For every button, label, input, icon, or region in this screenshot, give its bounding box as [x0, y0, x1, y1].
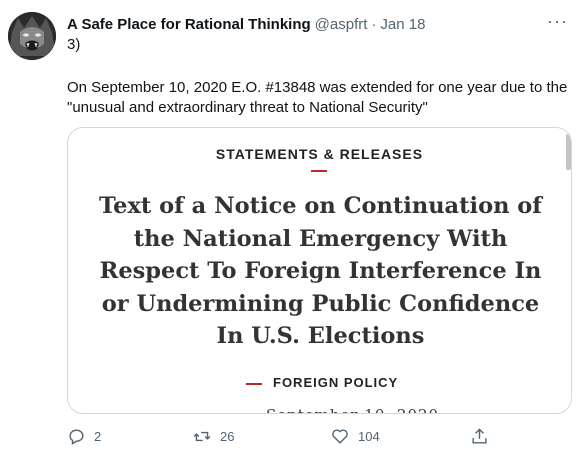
category-label: FOREIGN POLICY	[273, 375, 399, 390]
card-title: Text of a Notice on Continuation of the …	[88, 190, 553, 353]
lion-avatar-image	[8, 12, 56, 60]
author-handle[interactable]: @aspfrt	[315, 16, 368, 33]
retweet-count: 26	[220, 428, 235, 444]
like-button[interactable]: 104	[330, 424, 380, 448]
card-title-line: Respect To Foreign Interference In	[99, 258, 542, 284]
separator-dot: ·	[371, 15, 377, 33]
card-scrollbar[interactable]	[566, 134, 571, 170]
share-button[interactable]	[470, 424, 489, 448]
card-category: FOREIGN POLICY	[68, 375, 571, 393]
heart-icon	[332, 428, 348, 444]
reply-count: 2	[94, 428, 102, 444]
retweet-icon	[193, 431, 211, 441]
retweet-button[interactable]: 26	[192, 424, 234, 448]
tweet-header: A Safe Place for Rational Thinking @aspf…	[67, 11, 568, 34]
kicker-accent-rule	[311, 170, 327, 172]
card-title-line: Text of a Notice on Continuation of	[99, 193, 542, 219]
category-accent-rule	[246, 383, 262, 385]
thread-index: 3)	[67, 36, 81, 53]
action-bar: 2 26 104	[0, 424, 580, 448]
link-card[interactable]: STATEMENTS & RELEASES Text of a Notice o…	[67, 127, 572, 414]
card-title-line: or Undermining Public Confidence	[101, 290, 540, 317]
more-options-icon[interactable]: ···	[547, 11, 568, 32]
share-icon	[472, 427, 487, 444]
author-name[interactable]: A Safe Place for Rational Thinking	[67, 16, 311, 33]
tweet-text-line-1: On September 10, 2020 E.O. #13848 was ex…	[67, 79, 568, 96]
avatar[interactable]	[8, 12, 56, 60]
reply-icon	[69, 428, 84, 445]
card-kicker: STATEMENTS & RELEASES	[215, 146, 424, 162]
card-date-cutoff: September 10, 2020	[266, 406, 439, 413]
tweet-date[interactable]: Jan 18	[380, 16, 425, 33]
card-title-line: In U.S. Elections	[216, 323, 425, 349]
like-count: 104	[358, 428, 380, 444]
tweet-text-line-2: "unusual and extraordinary threat to Nat…	[67, 99, 428, 116]
card-title-line: the National Emergency With	[133, 225, 508, 252]
reply-button[interactable]: 2	[67, 424, 101, 448]
tweet[interactable]: A Safe Place for Rational Thinking @aspf…	[0, 0, 580, 451]
